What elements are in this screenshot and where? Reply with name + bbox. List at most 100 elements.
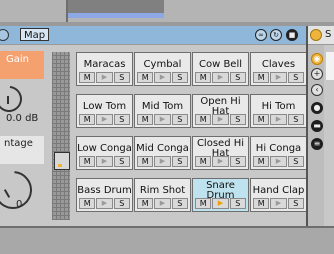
solo-button[interactable]: S: [287, 156, 304, 167]
play-icon[interactable]: ▶: [212, 198, 229, 209]
mute-button[interactable]: M: [137, 198, 154, 209]
drum-pad-controls: M ▶ S: [79, 114, 130, 125]
mute-button[interactable]: M: [79, 198, 96, 209]
drum-pad-controls: M ▶ S: [253, 114, 304, 125]
drum-pad[interactable]: Hand Clap M ▶ S: [250, 178, 307, 212]
mute-button[interactable]: M: [79, 72, 96, 83]
mute-button[interactable]: M: [253, 72, 270, 83]
drum-pad-controls: M ▶ S: [195, 114, 246, 125]
mute-button[interactable]: M: [253, 114, 270, 125]
play-icon[interactable]: ▶: [154, 72, 171, 83]
drum-pad-controls: M ▶ S: [79, 72, 130, 83]
drum-pad-controls: M ▶ S: [195, 198, 246, 209]
power-icon[interactable]: [310, 29, 322, 41]
solo-button[interactable]: S: [171, 72, 188, 83]
play-icon[interactable]: ▶: [212, 72, 229, 83]
right-device-title: S: [325, 29, 332, 40]
drum-pad[interactable]: Hi Conga M ▶ S: [250, 136, 307, 170]
track-divider: [66, 0, 68, 22]
play-icon[interactable]: ▶: [270, 198, 287, 209]
gain-value: 0.0 dB: [6, 113, 39, 124]
loop-icon[interactable]: ∞: [255, 29, 267, 41]
drum-pad[interactable]: Claves M ▶ S: [250, 52, 307, 86]
solo-button[interactable]: S: [113, 198, 130, 209]
drum-pad-controls: M ▶ S: [137, 198, 188, 209]
stop-icon[interactable]: ▬: [311, 120, 323, 132]
right-device-field[interactable]: [326, 52, 334, 80]
mute-button[interactable]: M: [137, 114, 154, 125]
drum-pad-controls: M ▶ S: [79, 156, 130, 167]
play-icon[interactable]: ▶: [212, 156, 229, 167]
solo-button[interactable]: S: [229, 114, 246, 125]
solo-button[interactable]: S: [171, 198, 188, 209]
solo-button[interactable]: S: [229, 72, 246, 83]
mute-button[interactable]: M: [137, 156, 154, 167]
play-icon[interactable]: ▶: [270, 114, 287, 125]
gain-knob-indicator: [7, 96, 9, 104]
mute-button[interactable]: M: [253, 156, 270, 167]
drum-pad[interactable]: Cow Bell M ▶ S: [192, 52, 249, 86]
chevron-icon[interactable]: ‹: [311, 84, 323, 96]
drum-pad-controls: M ▶ S: [137, 156, 188, 167]
play-icon[interactable]: ▶: [96, 114, 113, 125]
solo-button[interactable]: S: [229, 156, 246, 167]
refresh-icon[interactable]: ↻: [270, 29, 282, 41]
solo-button[interactable]: S: [113, 156, 130, 167]
solo-button[interactable]: S: [229, 198, 246, 209]
mute-button[interactable]: M: [79, 114, 96, 125]
save-icon[interactable]: ■: [286, 29, 298, 41]
drum-pad[interactable]: Maracas M ▶ S: [76, 52, 133, 86]
solo-button[interactable]: S: [171, 156, 188, 167]
drum-pad-controls: M ▶ S: [79, 198, 130, 209]
play-icon[interactable]: ▶: [154, 198, 171, 209]
solo-button[interactable]: S: [113, 114, 130, 125]
drum-pad-controls: M ▶ S: [137, 72, 188, 83]
solo-button[interactable]: S: [287, 114, 304, 125]
drum-pad-controls: M ▶ S: [137, 114, 188, 125]
play-icon[interactable]: ▶: [212, 114, 229, 125]
play-icon[interactable]: ▶: [96, 72, 113, 83]
clip-color-bar: [66, 13, 164, 18]
drum-pad-controls: M ▶ S: [253, 72, 304, 83]
play-icon[interactable]: ▶: [270, 156, 287, 167]
record-icon[interactable]: ●: [311, 102, 323, 114]
drum-pad[interactable]: Bass Drum M ▶ S: [76, 178, 133, 212]
mute-button[interactable]: M: [253, 198, 270, 209]
activate-icon[interactable]: ◉: [311, 53, 323, 65]
drum-pad[interactable]: Hi Tom M ▶ S: [250, 94, 307, 128]
mute-button[interactable]: M: [137, 72, 154, 83]
play-icon[interactable]: ▶: [154, 114, 171, 125]
map-button[interactable]: Map: [20, 28, 50, 41]
mute-button[interactable]: M: [79, 156, 96, 167]
play-icon[interactable]: ▶: [270, 72, 287, 83]
solo-button[interactable]: S: [287, 198, 304, 209]
drum-pad[interactable]: Mid Tom M ▶ S: [134, 94, 191, 128]
gain-label[interactable]: Gain: [0, 51, 44, 79]
clip-strip: [0, 0, 334, 22]
drum-pad[interactable]: Rim Shot M ▶ S: [134, 178, 191, 212]
play-icon[interactable]: ▶: [96, 156, 113, 167]
drum-pad[interactable]: Closed Hi Hat M ▶ S: [192, 136, 249, 170]
drum-pad[interactable]: Mid Conga M ▶ S: [134, 136, 191, 170]
mute-button[interactable]: M: [195, 198, 212, 209]
drum-pad[interactable]: Low Conga M ▶ S: [76, 136, 133, 170]
pad-selector-grid[interactable]: [52, 52, 70, 220]
solo-button[interactable]: S: [171, 114, 188, 125]
drum-pad[interactable]: Low Tom M ▶ S: [76, 94, 133, 128]
solo-button[interactable]: S: [287, 72, 304, 83]
play-icon[interactable]: ▶: [154, 156, 171, 167]
solo-button[interactable]: S: [113, 72, 130, 83]
drum-pad[interactable]: Open Hi Hat M ▶ S: [192, 94, 249, 128]
list-icon[interactable]: ≡: [311, 138, 323, 150]
vintage-label[interactable]: ntage: [0, 136, 44, 164]
mute-button[interactable]: M: [195, 156, 212, 167]
bottom-area: [0, 228, 334, 254]
pad-selector-focus[interactable]: [54, 152, 70, 170]
mute-button[interactable]: M: [195, 72, 212, 83]
drum-pad[interactable]: Snare Drum M ▶ S: [192, 178, 249, 212]
vintage-value: 0: [16, 199, 23, 210]
mute-button[interactable]: M: [195, 114, 212, 125]
add-icon[interactable]: +: [311, 68, 323, 80]
play-icon[interactable]: ▶: [96, 198, 113, 209]
drum-pad[interactable]: Cymbal M ▶ S: [134, 52, 191, 86]
